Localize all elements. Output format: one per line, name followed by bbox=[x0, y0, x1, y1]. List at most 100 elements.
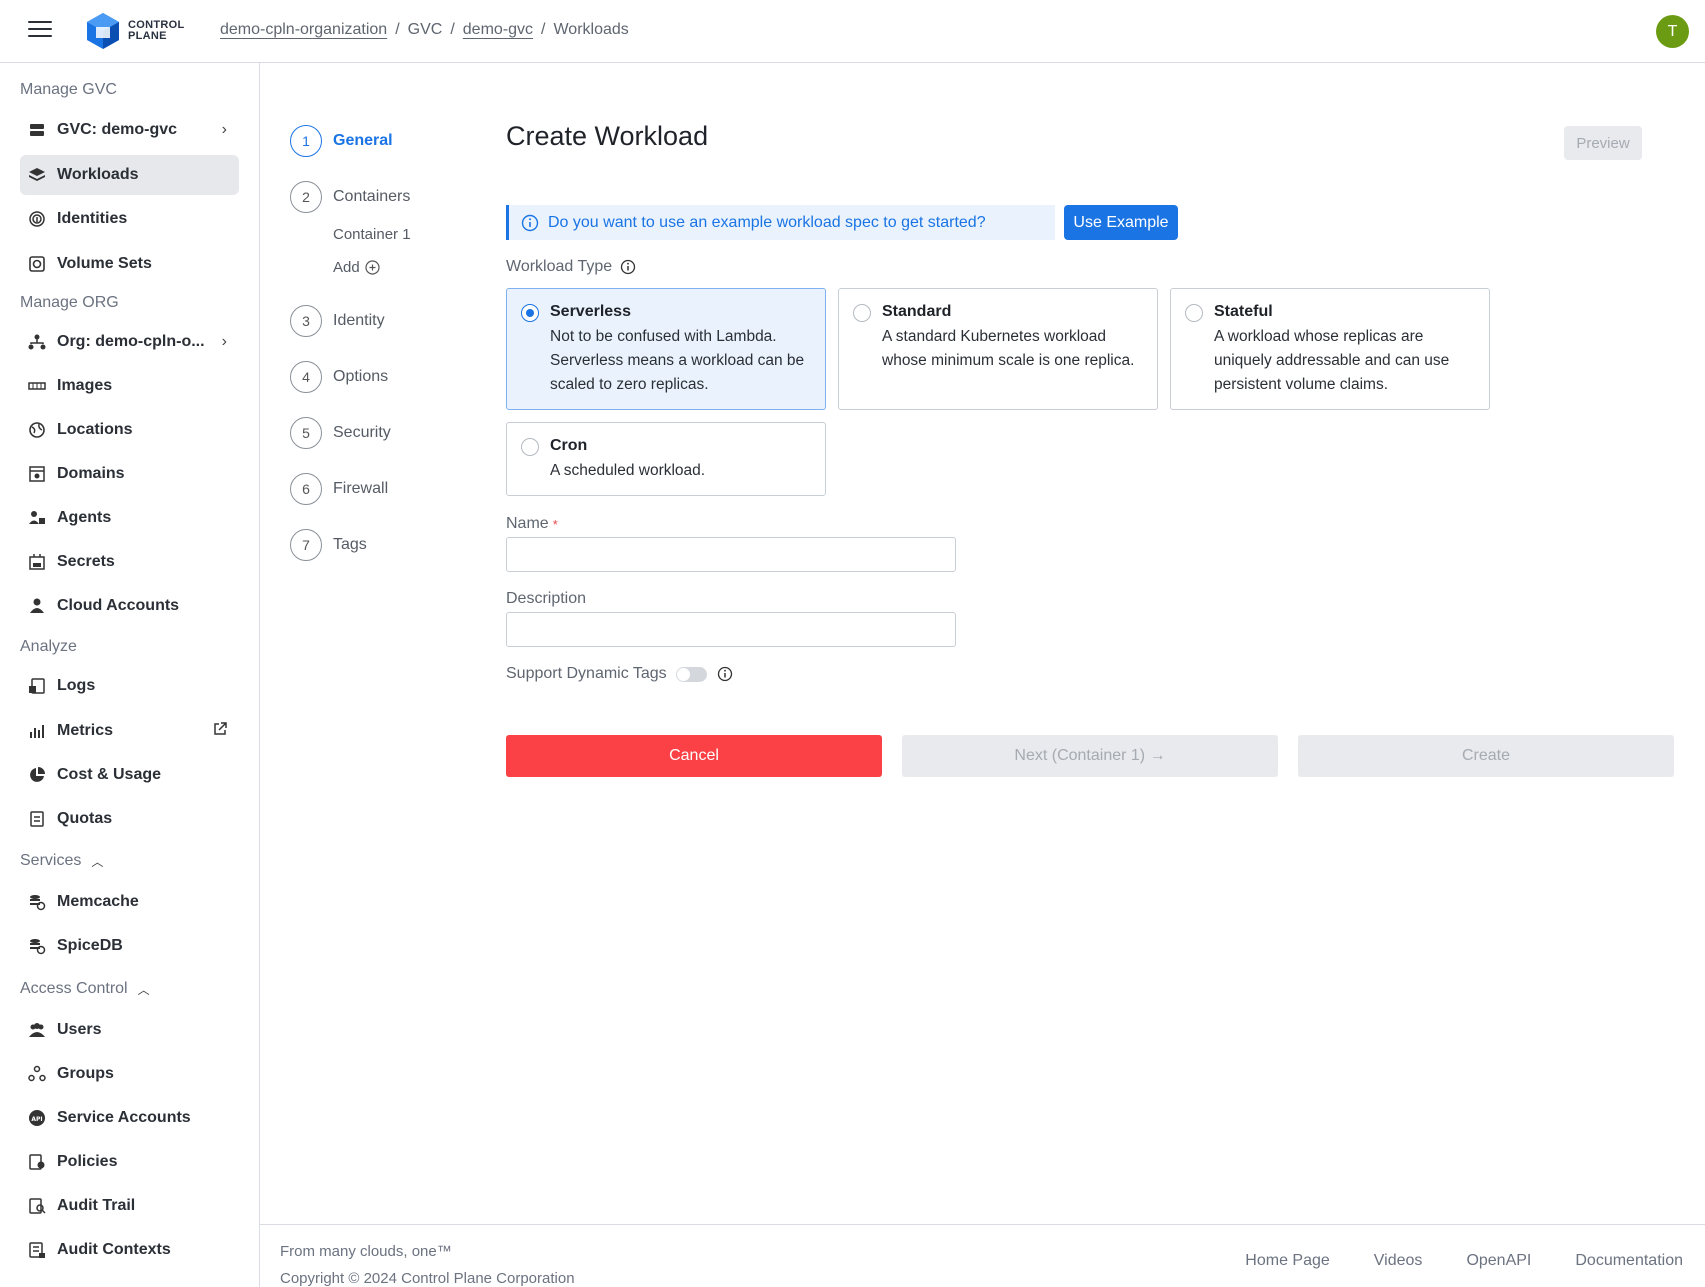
globe-icon bbox=[28, 421, 46, 439]
footer-link-documentation[interactable]: Documentation bbox=[1575, 1252, 1683, 1270]
info-icon[interactable] bbox=[620, 259, 636, 275]
sidebar-item-locations[interactable]: Locations bbox=[20, 410, 239, 450]
card-title: Standard bbox=[882, 303, 952, 320]
card-description: A standard Kubernetes workload whose min… bbox=[882, 328, 1135, 369]
sidebar-item-label: Volume Sets bbox=[57, 255, 152, 272]
workload-type-standard[interactable]: Standard A standard Kubernetes workload … bbox=[838, 288, 1158, 410]
radio-cron[interactable] bbox=[521, 438, 539, 456]
step-options[interactable]: 4 Options bbox=[290, 361, 388, 393]
domains-icon bbox=[28, 465, 46, 483]
section-access-control[interactable]: Access Control ︿ bbox=[20, 980, 150, 998]
database-icon bbox=[28, 893, 46, 911]
sidebar-item-metrics[interactable]: Metrics bbox=[20, 711, 239, 751]
sidebar-item-groups[interactable]: Groups bbox=[20, 1054, 239, 1094]
step-number: 1 bbox=[290, 125, 322, 157]
radio-standard[interactable] bbox=[853, 304, 871, 322]
sidebar-item-secrets[interactable]: Secrets bbox=[20, 542, 239, 582]
footer-link-home[interactable]: Home Page bbox=[1245, 1252, 1330, 1270]
sidebar-item-users[interactable]: Users bbox=[20, 1010, 239, 1050]
logo-line-2: PLANE bbox=[128, 30, 167, 42]
preview-button[interactable]: Preview bbox=[1564, 126, 1642, 160]
sidebar-item-logs[interactable]: Logs bbox=[20, 666, 239, 706]
sidebar-item-spicedb[interactable]: SpiceDB bbox=[20, 926, 239, 966]
add-label: Add bbox=[333, 259, 360, 276]
radio-serverless[interactable] bbox=[521, 304, 539, 322]
sidebar-item-agents[interactable]: Agents bbox=[20, 498, 239, 538]
breadcrumb: demo-cpln-organization / GVC / demo-gvc … bbox=[220, 21, 629, 39]
description-input[interactable] bbox=[506, 612, 956, 647]
breadcrumb-gvc: GVC bbox=[407, 21, 443, 38]
step-number: 7 bbox=[290, 529, 322, 561]
breadcrumb-separator: / bbox=[450, 21, 455, 38]
audit-trail-icon bbox=[28, 1197, 46, 1215]
create-button[interactable]: Create bbox=[1298, 735, 1674, 777]
step-label: Options bbox=[333, 368, 389, 385]
sidebar-item-label: Agents bbox=[57, 509, 112, 526]
sidebar-item-label: Quotas bbox=[57, 810, 113, 827]
card-description: A scheduled workload. bbox=[550, 462, 706, 479]
step-label: Firewall bbox=[333, 480, 389, 497]
sidebar-item-workloads[interactable]: Workloads bbox=[20, 155, 239, 195]
page-title: Create Workload bbox=[506, 121, 709, 151]
control-plane-logo[interactable]: CONTROL PLANE bbox=[86, 12, 184, 50]
sidebar-item-images[interactable]: Images bbox=[20, 366, 239, 406]
step-tags[interactable]: 7 Tags bbox=[290, 529, 367, 561]
description-label: Description bbox=[506, 590, 587, 607]
step-label: Identity bbox=[333, 312, 385, 329]
add-container-button[interactable]: Add bbox=[333, 259, 380, 276]
workload-type-stateful[interactable]: Stateful A workload whose replicas are u… bbox=[1170, 288, 1490, 410]
step-security[interactable]: 5 Security bbox=[290, 417, 391, 449]
step-general[interactable]: 1 General bbox=[290, 125, 393, 157]
sidebar-item-label: Metrics bbox=[57, 722, 114, 739]
cancel-button[interactable]: Cancel bbox=[506, 735, 882, 777]
sidebar-item-policies[interactable]: Policies bbox=[20, 1142, 239, 1182]
step-label: Tags bbox=[333, 536, 367, 553]
sidebar-item-cost-usage[interactable]: Cost & Usage bbox=[20, 755, 239, 795]
info-icon[interactable] bbox=[717, 666, 733, 682]
sidebar-item-cloud-accounts[interactable]: Cloud Accounts bbox=[20, 586, 239, 626]
card-description: Not to be confused with Lambda. Serverle… bbox=[550, 328, 805, 393]
breadcrumb-gvc-name[interactable]: demo-gvc bbox=[463, 21, 533, 39]
sidebar-item-gvc[interactable]: GVC: demo-gvc › bbox=[20, 110, 239, 150]
step-containers[interactable]: 2 Containers bbox=[290, 181, 410, 213]
footer-link-openapi[interactable]: OpenAPI bbox=[1466, 1252, 1531, 1270]
pie-chart-icon bbox=[28, 766, 46, 784]
card-title: Cron bbox=[550, 437, 588, 454]
next-button[interactable]: Next (Container 1) → bbox=[902, 735, 1278, 777]
dynamic-tags-label: Support Dynamic Tags bbox=[506, 665, 667, 682]
menu-icon[interactable] bbox=[28, 21, 52, 41]
info-text: Do you want to use an example workload s… bbox=[548, 213, 986, 231]
step-identity[interactable]: 3 Identity bbox=[290, 305, 385, 337]
step-number: 4 bbox=[290, 361, 322, 393]
section-access-control-label: Access Control bbox=[20, 980, 128, 997]
sidebar-item-domains[interactable]: Domains bbox=[20, 454, 239, 494]
sidebar-item-quotas[interactable]: Quotas bbox=[20, 799, 239, 839]
card-title: Stateful bbox=[1214, 303, 1273, 320]
footer-link-videos[interactable]: Videos bbox=[1374, 1252, 1423, 1270]
sidebar-item-service-accounts[interactable]: API Service Accounts bbox=[20, 1098, 239, 1138]
sidebar-item-label: Workloads bbox=[57, 166, 139, 183]
radio-stateful[interactable] bbox=[1185, 304, 1203, 322]
agents-icon bbox=[28, 509, 46, 527]
dynamic-tags-toggle[interactable] bbox=[676, 667, 707, 682]
sidebar-item-memcache[interactable]: Memcache bbox=[20, 882, 239, 922]
sidebar-item-identities[interactable]: Identities bbox=[20, 199, 239, 239]
sidebar-item-volume-sets[interactable]: Volume Sets bbox=[20, 244, 239, 284]
use-example-button[interactable]: Use Example bbox=[1064, 205, 1178, 240]
sidebar-item-org[interactable]: Org: demo-cpln-o... › bbox=[20, 322, 239, 362]
breadcrumb-org[interactable]: demo-cpln-organization bbox=[220, 21, 387, 39]
chevron-right-icon: › bbox=[221, 121, 227, 138]
sidebar-item-audit-contexts[interactable]: Audit Contexts bbox=[20, 1230, 239, 1270]
step-firewall[interactable]: 6 Firewall bbox=[290, 473, 388, 505]
sidebar-item-label: Secrets bbox=[57, 553, 115, 570]
substep-container-1[interactable]: Container 1 bbox=[333, 226, 411, 243]
workload-type-cron[interactable]: Cron A scheduled workload. bbox=[506, 422, 826, 496]
workload-type-serverless[interactable]: Serverless Not to be confused with Lambd… bbox=[506, 288, 826, 410]
sidebar-item-audit-trail[interactable]: Audit Trail bbox=[20, 1186, 239, 1226]
name-input[interactable] bbox=[506, 537, 956, 572]
workload-type-label: Workload Type bbox=[506, 258, 636, 276]
avatar[interactable]: T bbox=[1656, 15, 1689, 48]
top-header: CONTROL PLANE demo-cpln-organization / G… bbox=[0, 0, 1705, 63]
section-services[interactable]: Services ︿ bbox=[20, 852, 103, 870]
sidebar-item-label: Cost & Usage bbox=[57, 766, 162, 783]
